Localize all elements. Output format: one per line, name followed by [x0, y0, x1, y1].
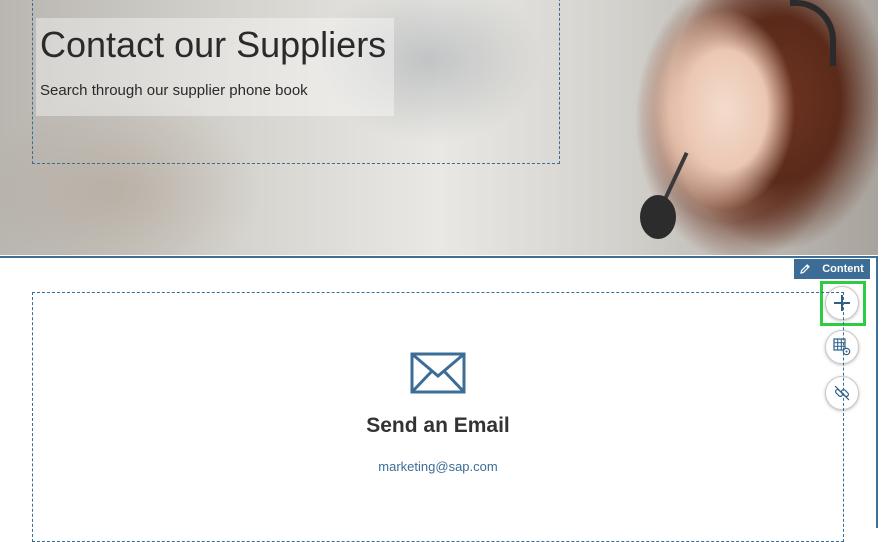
content-tag[interactable]: Content — [816, 259, 870, 279]
edit-button[interactable] — [794, 259, 816, 279]
section-border-right — [876, 258, 878, 528]
section-border-top — [0, 256, 878, 258]
section-title: Send an Email — [366, 414, 510, 437]
page-subtitle: Search through our supplier phone book — [40, 82, 308, 99]
headset-mic — [640, 195, 676, 239]
pencil-icon — [800, 264, 810, 274]
email-link[interactable]: marketing@sap.com — [0, 459, 876, 474]
hero-banner: Contact our Suppliers Search through our… — [0, 0, 878, 255]
page-title: Contact our Suppliers — [40, 24, 387, 65]
envelope-icon — [410, 352, 466, 394]
